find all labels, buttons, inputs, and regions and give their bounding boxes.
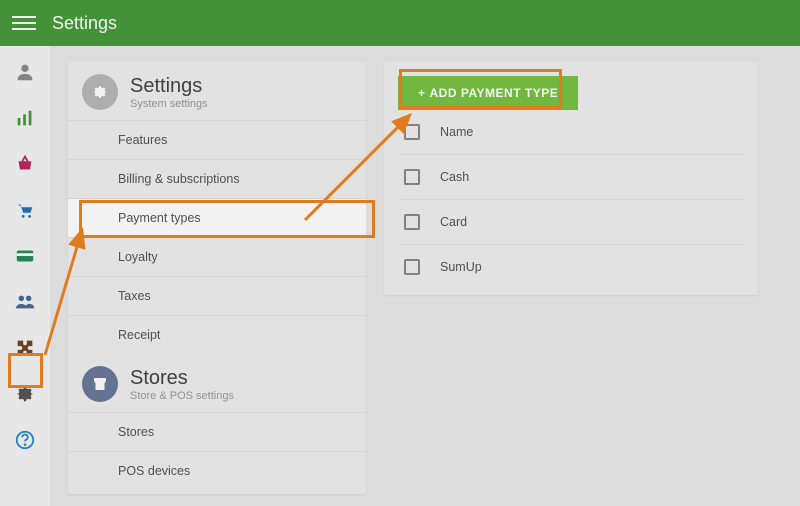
cart-icon[interactable]	[13, 198, 37, 222]
settings-section-icon	[82, 74, 118, 110]
menu-taxes[interactable]: Taxes	[68, 276, 366, 315]
row-checkbox[interactable]	[404, 259, 420, 275]
row-checkbox[interactable]	[404, 214, 420, 230]
menu-icon[interactable]	[12, 11, 36, 35]
app-header: Settings	[0, 0, 800, 46]
menu-features[interactable]: Features	[68, 120, 366, 159]
select-all-checkbox[interactable]	[404, 124, 420, 140]
menu-payment-types[interactable]: Payment types	[68, 198, 366, 237]
stats-icon[interactable]	[13, 106, 37, 130]
menu-stores[interactable]: Stores	[68, 412, 366, 451]
card-icon[interactable]	[13, 244, 37, 268]
stores-section-subtitle: Store & POS settings	[130, 390, 234, 402]
page-title: Settings	[52, 13, 117, 34]
nav-sidebar	[0, 46, 50, 506]
menu-pos-devices[interactable]: POS devices	[68, 451, 366, 490]
payment-row[interactable]: SumUp	[398, 245, 744, 289]
stores-section-title: Stores	[130, 367, 234, 390]
plus-icon: +	[418, 86, 426, 100]
puzzle-icon[interactable]	[13, 336, 37, 360]
payment-types-panel: +ADD PAYMENT TYPE Name Cash Card SumUp	[384, 62, 758, 295]
settings-panel: Settings System settings Features Billin…	[68, 62, 366, 494]
payment-row[interactable]: Card	[398, 200, 744, 245]
payment-row[interactable]: Cash	[398, 155, 744, 200]
user-icon[interactable]	[13, 60, 37, 84]
menu-loyalty[interactable]: Loyalty	[68, 237, 366, 276]
stores-section-icon	[82, 366, 118, 402]
menu-receipt[interactable]: Receipt	[68, 315, 366, 354]
basket-icon[interactable]	[13, 152, 37, 176]
gear-icon[interactable]	[13, 382, 37, 406]
add-payment-type-button[interactable]: +ADD PAYMENT TYPE	[398, 76, 578, 110]
menu-billing[interactable]: Billing & subscriptions	[68, 159, 366, 198]
people-icon[interactable]	[13, 290, 37, 314]
row-checkbox[interactable]	[404, 169, 420, 185]
help-icon[interactable]	[13, 428, 37, 452]
settings-section-subtitle: System settings	[130, 98, 208, 110]
settings-section-title: Settings	[130, 75, 208, 98]
table-header-row: Name	[398, 110, 744, 155]
